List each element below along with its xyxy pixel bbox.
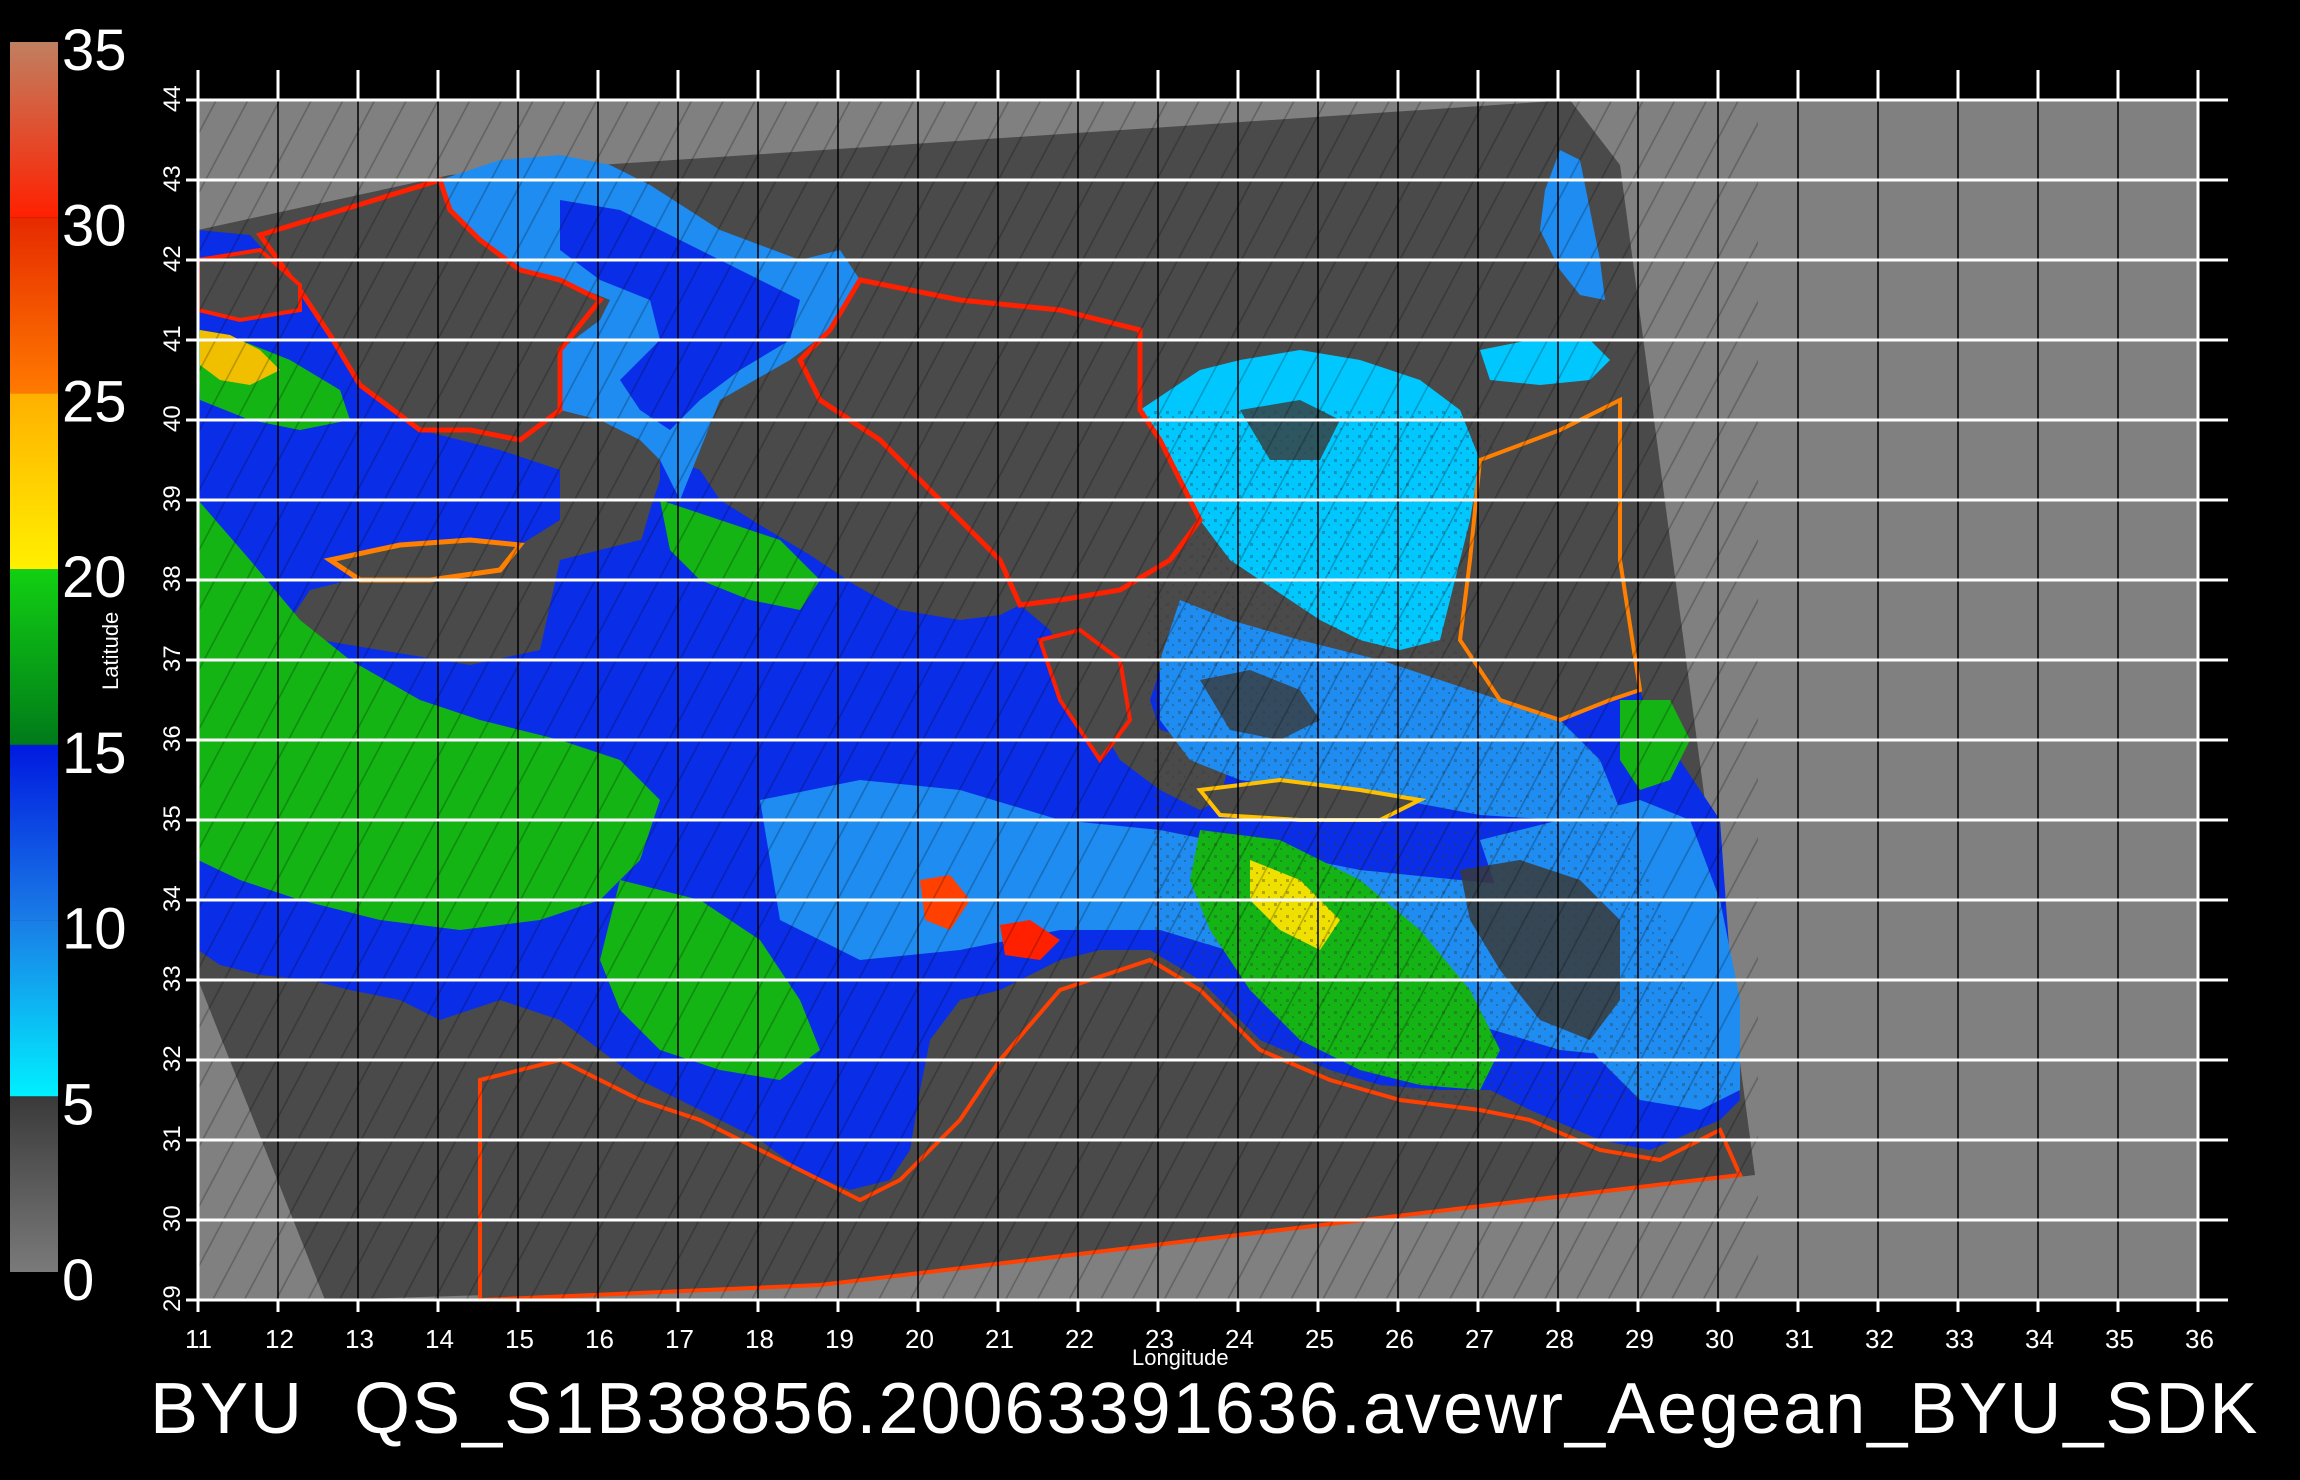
colorbar-tick-label: 30 [62, 194, 127, 259]
x-tick-label: 14 [425, 1324, 454, 1354]
y-tick-label: 38 [159, 565, 186, 592]
colorbar [10, 42, 58, 1272]
colorbar-segment [10, 393, 58, 570]
x-tick-label: 33 [1945, 1324, 1974, 1354]
x-tick-label: 21 [985, 1324, 1014, 1354]
x-tick-label: 18 [745, 1324, 774, 1354]
wind-speed-field [198, 100, 1758, 1300]
x-tick-label: 22 [1065, 1324, 1094, 1354]
colorbar-segment [10, 744, 58, 921]
colorbar-segment [10, 42, 58, 218]
colorbar-tick-label: 15 [62, 721, 127, 786]
y-tick-label: 35 [159, 805, 186, 832]
y-tick-label: 39 [159, 485, 186, 512]
y-tick-label: 44 [159, 85, 186, 112]
y-tick-label: 40 [159, 405, 186, 432]
x-tick-label: 26 [1385, 1324, 1414, 1354]
colorbar-segment [10, 920, 58, 1097]
x-tick-label: 13 [345, 1324, 374, 1354]
map-plot-area [198, 100, 2198, 1300]
x-tick-label: 27 [1465, 1324, 1494, 1354]
y-tick-label: 33 [159, 965, 186, 992]
caption-filename: QS_S1B38856.20063391636.avewr_Aegean_BYU… [354, 1369, 2260, 1449]
colorbar-tick-label: 20 [62, 545, 127, 610]
caption-source: BYU [150, 1369, 305, 1449]
y-tick-label: 29 [159, 1285, 186, 1312]
colorbar-tick-label: 0 [62, 1248, 94, 1313]
y-tick-label: 34 [159, 885, 186, 912]
x-tick-label: 25 [1305, 1324, 1334, 1354]
x-tick-label: 35 [2105, 1324, 2134, 1354]
y-tick-label: 36 [159, 725, 186, 752]
colorbar-tick-label: 10 [62, 897, 127, 962]
colorbar-tick-label: 25 [62, 369, 127, 434]
x-tick-label: 17 [665, 1324, 694, 1354]
colorbar-tick-label: 5 [62, 1072, 94, 1137]
colorbar-tick-label: 35 [62, 18, 127, 83]
x-tick-label: 28 [1545, 1324, 1574, 1354]
x-tick-label: 20 [905, 1324, 934, 1354]
y-tick-label: 43 [159, 165, 186, 192]
y-tick-label: 30 [159, 1205, 186, 1232]
x-tick-label: 36 [2185, 1324, 2214, 1354]
x-tick-label: 29 [1625, 1324, 1654, 1354]
x-tick-label: 19 [825, 1324, 854, 1354]
y-tick-label: 37 [159, 645, 186, 672]
y-tick-label: 32 [159, 1045, 186, 1072]
wind-map-figure: 0 5 10 15 20 25 30 35 11 12 13 14 15 16 17 18 1… [10, 18, 2228, 1354]
x-tick-label: 15 [505, 1324, 534, 1354]
y-tick-label: 31 [159, 1125, 186, 1152]
x-tick-label: 31 [1785, 1324, 1814, 1354]
image-caption: BYU QS_S1B38856.20063391636.avewr_Aegean_… [150, 1368, 2300, 1450]
y-axis-title: Latitude [98, 611, 123, 690]
colorbar-segment [10, 1096, 58, 1272]
x-tick-label: 34 [2025, 1324, 2054, 1354]
x-tick-label: 12 [265, 1324, 294, 1354]
colorbar-segment [10, 217, 58, 394]
x-tick-label: 30 [1705, 1324, 1734, 1354]
wind-vector-overlay [198, 100, 1758, 1300]
y-tick-label: 41 [159, 325, 186, 352]
x-tick-label: 11 [185, 1324, 212, 1354]
x-tick-label: 16 [585, 1324, 614, 1354]
x-tick-label: 24 [1225, 1324, 1254, 1354]
x-tick-label: 32 [1865, 1324, 1894, 1354]
colorbar-segment [10, 569, 58, 745]
y-tick-label: 42 [159, 245, 186, 272]
